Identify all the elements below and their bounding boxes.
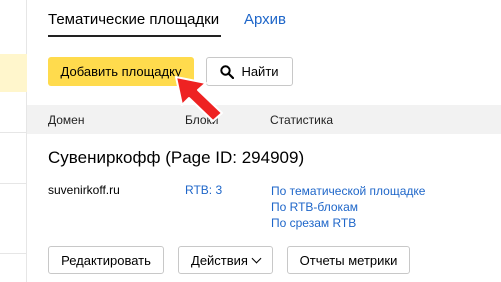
tab-thematic-sites[interactable]: Тематические площадки xyxy=(48,11,219,28)
sidebar xyxy=(0,0,27,282)
find-label: Найти xyxy=(241,64,279,79)
actions-label: Действия xyxy=(191,252,248,268)
active-tab-indicator xyxy=(48,35,221,37)
column-stats: Статистика xyxy=(270,113,334,127)
stats-links: По тематической площадке По RTB-блокам П… xyxy=(271,183,425,231)
actions-dropdown-button[interactable]: Действия xyxy=(178,246,273,274)
table-header: Домен Блоки Статистика xyxy=(27,105,501,134)
pointer-arrow xyxy=(175,76,223,122)
site-title: Сувениркофф (Page ID: 294909) xyxy=(48,148,305,167)
tab-archive[interactable]: Архив xyxy=(244,11,286,28)
edit-button[interactable]: Редактировать xyxy=(48,246,164,274)
stats-link-rtb-slices[interactable]: По срезам RTB xyxy=(271,215,425,231)
site-domain: suvenirkoff.ru xyxy=(48,183,120,197)
sidebar-divider xyxy=(0,183,27,184)
sidebar-active-item[interactable] xyxy=(0,54,27,92)
sidebar-divider xyxy=(0,132,27,133)
stats-link-rtb-blocks[interactable]: По RTB-блокам xyxy=(271,199,425,215)
chevron-down-icon xyxy=(251,253,262,263)
metrics-reports-button[interactable]: Отчеты метрики xyxy=(287,246,410,274)
stats-link-thematic-site[interactable]: По тематической площадке xyxy=(271,183,425,199)
column-domain: Домен xyxy=(48,113,85,127)
sidebar-divider xyxy=(0,253,27,254)
rtb-blocks-link[interactable]: RTB: 3 xyxy=(185,183,222,197)
